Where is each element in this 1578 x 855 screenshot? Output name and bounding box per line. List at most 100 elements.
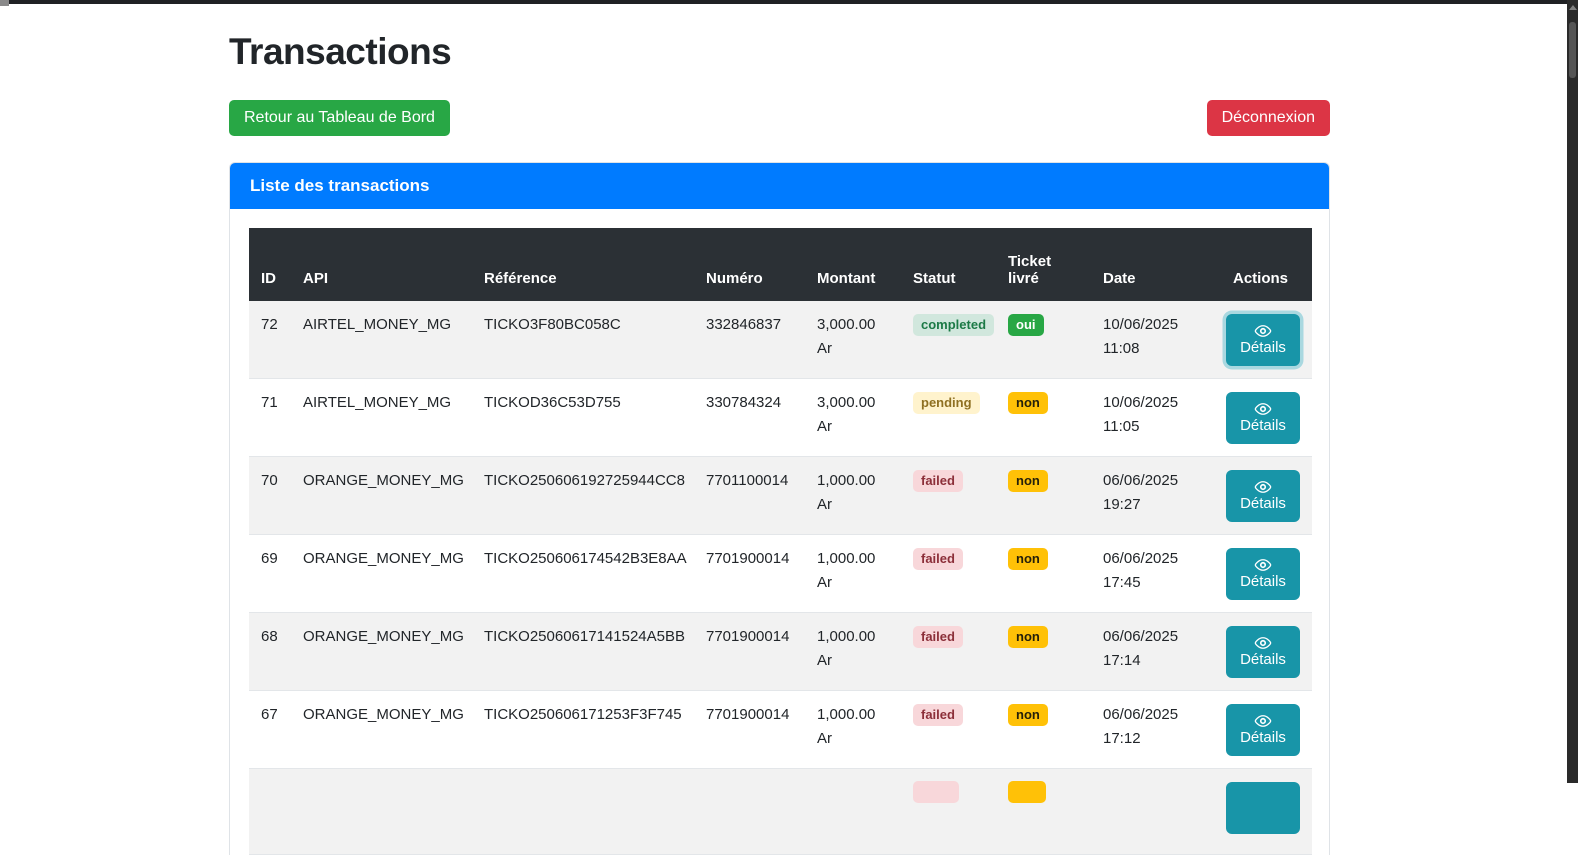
table-row-partial: [249, 769, 1312, 855]
details-button[interactable]: Détails: [1226, 548, 1300, 600]
cell-montant: [805, 769, 901, 855]
montant-value: 1,000.00: [817, 625, 889, 649]
cell-date: 10/06/2025 11:08: [1091, 301, 1221, 379]
details-button[interactable]: Détails: [1226, 626, 1300, 678]
ticket-badge-partial: [1008, 781, 1046, 803]
cell-api: AIRTEL_MONEY_MG: [291, 379, 472, 457]
cell-ticket-livre: non: [996, 691, 1091, 769]
cell-reference: TICKO3F80BC058C: [472, 301, 694, 379]
column-header-id: ID: [249, 228, 291, 301]
table-row: 69 ORANGE_MONEY_MG TICKO250606174542B3E8…: [249, 535, 1312, 613]
status-badge-partial: [913, 781, 959, 803]
time-value: 17:14: [1103, 649, 1209, 673]
column-header-date: Date: [1091, 228, 1221, 301]
status-badge: failed: [913, 548, 963, 570]
ticket-badge: non: [1008, 626, 1048, 648]
column-header-montant: Montant: [805, 228, 901, 301]
montant-value: 1,000.00: [817, 547, 889, 571]
cell-id: 68: [249, 613, 291, 691]
status-badge: failed: [913, 470, 963, 492]
scrollbar-up-arrow[interactable]: [1569, 5, 1577, 10]
cell-reference: TICKO250606171253F3F745: [472, 691, 694, 769]
cell-statut: failed: [901, 613, 996, 691]
cell-reference: TICKO250606174542B3E8AA: [472, 535, 694, 613]
column-header-actions: Actions: [1221, 228, 1312, 301]
cell-actions: [1221, 769, 1312, 855]
time-value: 11:08: [1103, 337, 1209, 361]
cell-ticket-livre: non: [996, 535, 1091, 613]
time-value: 19:27: [1103, 493, 1209, 517]
table-row: 72 AIRTEL_MONEY_MG TICKO3F80BC058C 33284…: [249, 301, 1312, 379]
cell-actions: Détails: [1221, 613, 1312, 691]
cell-date: [1091, 769, 1221, 855]
cell-statut: failed: [901, 691, 996, 769]
scrollbar-thumb[interactable]: [1569, 22, 1576, 78]
page-content: Transactions Retour au Tableau de Bord D…: [229, 4, 1330, 855]
cell-reference: TICKOD36C53D755: [472, 379, 694, 457]
cell-statut: failed: [901, 457, 996, 535]
cell-id: 69: [249, 535, 291, 613]
cell-date: 06/06/2025 17:45: [1091, 535, 1221, 613]
cell-date: 06/06/2025 19:27: [1091, 457, 1221, 535]
cell-actions: Détails: [1221, 457, 1312, 535]
montant-currency: Ar: [817, 493, 889, 517]
eye-icon: [1254, 402, 1272, 416]
window-top-edge-nub: [0, 0, 9, 6]
date-value: 06/06/2025: [1103, 625, 1209, 649]
date-value: 06/06/2025: [1103, 547, 1209, 571]
logout-button[interactable]: Déconnexion: [1207, 100, 1330, 136]
cell-numero: 7701900014: [694, 691, 805, 769]
details-button-partial[interactable]: [1226, 782, 1300, 834]
cell-actions: Détails: [1221, 379, 1312, 457]
montant-value: 1,000.00: [817, 469, 889, 493]
date-value: 06/06/2025: [1103, 469, 1209, 493]
details-button[interactable]: Détails: [1226, 470, 1300, 522]
status-badge: pending: [913, 392, 980, 414]
table-body: 72 AIRTEL_MONEY_MG TICKO3F80BC058C 33284…: [249, 301, 1312, 855]
details-button[interactable]: Détails: [1226, 704, 1300, 756]
toolbar: Retour au Tableau de Bord Déconnexion: [229, 100, 1330, 136]
scrollbar-track[interactable]: [1567, 0, 1578, 783]
montant-currency: Ar: [817, 415, 889, 439]
cell-montant: 3,000.00 Ar: [805, 301, 901, 379]
date-value: 10/06/2025: [1103, 391, 1209, 415]
cell-actions: Détails: [1221, 535, 1312, 613]
cell-statut: [901, 769, 996, 855]
cell-reference: TICKO250606192725944CC8: [472, 457, 694, 535]
time-value: 17:12: [1103, 727, 1209, 751]
transactions-table: ID API Référence Numéro Montant Statut T…: [249, 228, 1312, 855]
time-value: 17:45: [1103, 571, 1209, 595]
cell-montant: 1,000.00 Ar: [805, 457, 901, 535]
card-body: ID API Référence Numéro Montant Statut T…: [230, 209, 1329, 855]
eye-icon: [1254, 480, 1272, 494]
cell-ticket-livre: non: [996, 379, 1091, 457]
table-row: 68 ORANGE_MONEY_MG TICKO25060617141524A5…: [249, 613, 1312, 691]
eye-icon: [1254, 324, 1272, 338]
table-row: 67 ORANGE_MONEY_MG TICKO250606171253F3F7…: [249, 691, 1312, 769]
table-header: ID API Référence Numéro Montant Statut T…: [249, 228, 1312, 301]
cell-numero: [694, 769, 805, 855]
details-label: Détails: [1240, 729, 1286, 746]
montant-currency: Ar: [817, 727, 889, 751]
cell-id: 72: [249, 301, 291, 379]
column-header-reference: Référence: [472, 228, 694, 301]
status-badge: completed: [913, 314, 994, 336]
ticket-badge: non: [1008, 548, 1048, 570]
date-value: 06/06/2025: [1103, 703, 1209, 727]
cell-montant: 1,000.00 Ar: [805, 691, 901, 769]
ticket-badge: oui: [1008, 314, 1044, 336]
cell-date: 06/06/2025 17:14: [1091, 613, 1221, 691]
details-button[interactable]: Détails: [1226, 314, 1300, 366]
cell-actions: Détails: [1221, 691, 1312, 769]
details-button[interactable]: Détails: [1226, 392, 1300, 444]
column-header-numero: Numéro: [694, 228, 805, 301]
cell-api: ORANGE_MONEY_MG: [291, 613, 472, 691]
montant-currency: Ar: [817, 571, 889, 595]
montant-value: 3,000.00: [817, 391, 889, 415]
back-to-dashboard-button[interactable]: Retour au Tableau de Bord: [229, 100, 450, 136]
cell-numero: 7701900014: [694, 535, 805, 613]
table-row: 71 AIRTEL_MONEY_MG TICKOD36C53D755 33078…: [249, 379, 1312, 457]
cell-api: ORANGE_MONEY_MG: [291, 535, 472, 613]
details-label: Détails: [1240, 417, 1286, 434]
cell-ticket-livre: oui: [996, 301, 1091, 379]
